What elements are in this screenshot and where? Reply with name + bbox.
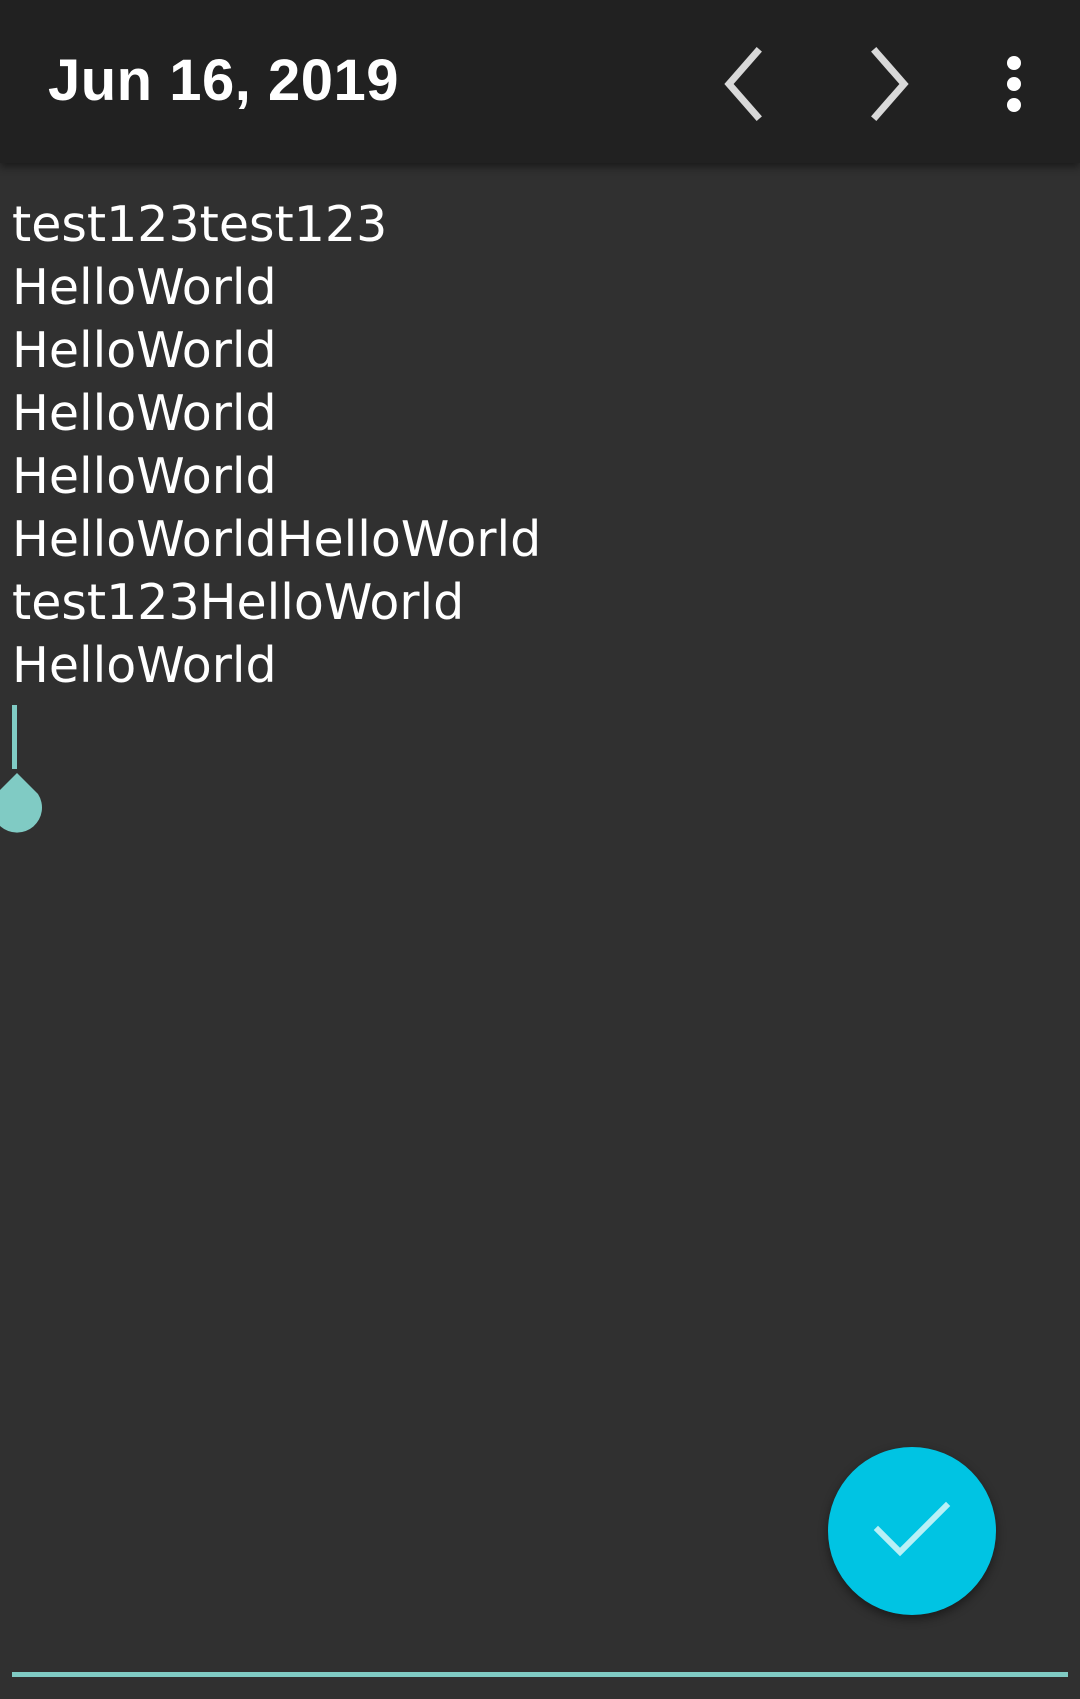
overflow-menu-button[interactable] bbox=[966, 36, 1062, 132]
save-button[interactable] bbox=[828, 1447, 996, 1615]
chevron-left-icon bbox=[724, 47, 762, 121]
more-vertical-icon bbox=[1007, 56, 1021, 112]
text-cursor bbox=[12, 705, 17, 769]
next-day-button[interactable] bbox=[840, 36, 936, 132]
editor-underline bbox=[12, 1672, 1068, 1677]
note-text[interactable]: test123test123 HelloWorld HelloWorld Hel… bbox=[12, 193, 541, 697]
previous-day-button[interactable] bbox=[697, 36, 793, 132]
cursor-handle[interactable] bbox=[0, 771, 43, 843]
app-bar: Jun 16, 2019 bbox=[0, 0, 1080, 163]
page-title: Jun 16, 2019 bbox=[48, 48, 399, 113]
check-icon bbox=[873, 1501, 951, 1557]
chevron-right-icon bbox=[871, 47, 909, 121]
